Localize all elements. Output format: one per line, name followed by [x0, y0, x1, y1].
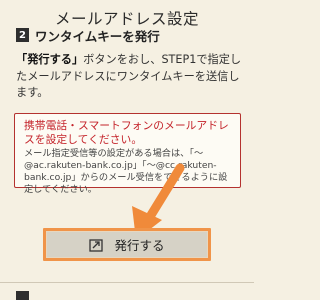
step-header: 2 ワンタイムキーを発行	[0, 22, 254, 48]
section-divider	[0, 282, 254, 283]
instruction-text: 「発行する」ボタンをおし、STEP1で指定したメールアドレスにワンタイムキーを送…	[16, 52, 244, 102]
step-title: ワンタイムキーを発行	[35, 28, 160, 44]
notice-body-text: メール指定受信等の設定がある場合は、「～@ac.rakuten-bank.co.…	[24, 148, 228, 195]
button-reference: 「発行する」	[16, 53, 84, 66]
issue-button[interactable]: 発行する	[43, 228, 211, 261]
notice-warning-text: 携帯電話・スマートフォンのメールアドレスを設定してください。	[24, 119, 229, 146]
issue-document-icon	[89, 238, 104, 252]
step-number-badge: 2	[16, 28, 29, 42]
next-step-badge	[16, 291, 29, 300]
issue-button-label: 発行する	[114, 238, 165, 253]
notice-box: 携帯電話・スマートフォンのメールアドレスを設定してください。 メール指定受信等の…	[14, 113, 241, 195]
